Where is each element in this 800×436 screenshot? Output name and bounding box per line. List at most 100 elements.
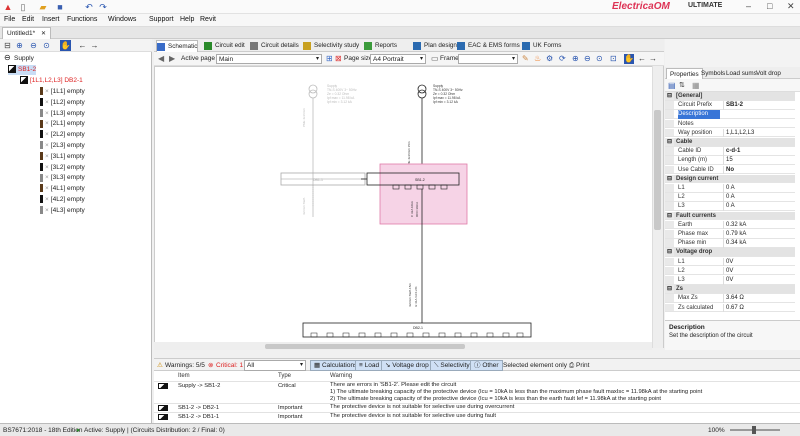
zoom-in-icon[interactable]: ⊕ bbox=[572, 54, 579, 63]
property-pages-icon[interactable]: ▦ bbox=[692, 81, 700, 90]
canvas-horizontal-scroll-thumb[interactable] bbox=[265, 344, 465, 349]
redo-icon[interactable]: ↷ bbox=[98, 2, 108, 12]
property-row[interactable]: L2 0V bbox=[665, 266, 795, 276]
tree-item-way[interactable]: × [3L3] empty bbox=[40, 173, 85, 183]
property-value[interactable]: 0.67 Ω bbox=[723, 303, 793, 313]
collapse-icon[interactable]: ⊟ bbox=[665, 174, 674, 183]
tree-item-way[interactable]: × [2L1] empty bbox=[40, 119, 85, 129]
tab-volt-drop[interactable]: Volt drop bbox=[753, 68, 784, 79]
categorized-icon[interactable]: ▤ bbox=[668, 81, 676, 90]
other-filter-button[interactable]: ⓘ Other bbox=[470, 360, 503, 371]
refresh-icon[interactable]: ⟳ bbox=[559, 54, 566, 63]
tree-item-way[interactable]: × [1L2] empty bbox=[40, 98, 85, 108]
property-row[interactable]: L1 0V bbox=[665, 257, 795, 267]
zoom-out-icon[interactable]: ⊖ bbox=[584, 54, 591, 63]
property-row[interactable]: Circuit Prefix SB1-2 bbox=[665, 101, 795, 110]
property-row[interactable]: Cable ID c-d-1 bbox=[665, 147, 795, 156]
collapse-icon[interactable]: ⊟ bbox=[665, 285, 674, 293]
property-value[interactable]: 0.32 kA bbox=[723, 220, 793, 230]
warning-row[interactable]: Supply -> SB1-2 Critical There are errors … bbox=[154, 381, 800, 403]
zoom-fit-icon[interactable]: ⊙ bbox=[41, 40, 52, 51]
property-row[interactable]: Phase max 0.79 kA bbox=[665, 230, 795, 239]
canvas-vertical-scroll-thumb[interactable] bbox=[654, 110, 661, 230]
collapse-icon[interactable]: ⊟ bbox=[665, 138, 674, 146]
tree-item-supply[interactable]: ⊖ Supply bbox=[4, 54, 34, 64]
tree-item-way[interactable]: × [2L2] empty bbox=[40, 130, 85, 140]
forward-icon[interactable]: ▶ bbox=[169, 54, 175, 63]
property-group[interactable]: ⊟ Voltage drop bbox=[665, 248, 795, 257]
tab-plan-design[interactable]: Plan design bbox=[413, 40, 457, 52]
property-row[interactable]: Earth 0.32 kA bbox=[665, 220, 795, 230]
property-row[interactable]: Use Cable ID No bbox=[665, 165, 795, 175]
tree-item-way[interactable]: × [4L1] empty bbox=[40, 184, 85, 194]
warning-filter-select[interactable]: All ▾ bbox=[244, 360, 306, 371]
collapse-icon[interactable]: ⊟ bbox=[665, 92, 674, 100]
tab-eac-ems-forms[interactable]: EAC & EMS forms bbox=[457, 40, 520, 52]
tab-reports[interactable]: Reports bbox=[364, 40, 397, 52]
arrow-left-icon[interactable]: ← bbox=[77, 40, 88, 51]
active-page-select[interactable]: Main ▾ bbox=[216, 54, 322, 64]
zoom-fit-icon[interactable]: ⊙ bbox=[596, 54, 603, 63]
close-icon[interactable]: ✕ bbox=[787, 1, 795, 12]
tree-item-way[interactable]: × [4L3] empty bbox=[40, 206, 85, 216]
collapse-icon[interactable]: ⊟ bbox=[665, 248, 674, 256]
property-value[interactable]: No bbox=[723, 165, 793, 175]
property-value[interactable]: 0V bbox=[723, 266, 793, 276]
menu-support[interactable]: Support bbox=[149, 16, 174, 23]
tree-item-way[interactable]: × [3L2] empty bbox=[40, 162, 85, 173]
menu-help[interactable]: Help bbox=[180, 16, 194, 23]
menu-edit[interactable]: Edit bbox=[22, 16, 34, 23]
tree-item-way[interactable]: × [2L3] empty bbox=[40, 141, 85, 151]
property-row[interactable]: Length (m) 15 bbox=[665, 156, 795, 165]
warning-row[interactable]: SB1-2 -> DB1-1 Important The protective de… bbox=[154, 412, 800, 421]
zoom-slider-thumb[interactable] bbox=[752, 426, 756, 434]
property-row[interactable]: Way position 1,L1,L2,L3 bbox=[665, 128, 795, 138]
menu-functions[interactable]: Functions bbox=[67, 16, 97, 23]
collapse-icon[interactable]: ⊟ bbox=[2, 40, 13, 51]
property-row[interactable]: L1 0 A bbox=[665, 184, 795, 193]
property-value[interactable]: 0.34 kA bbox=[723, 239, 793, 248]
close-tab-icon[interactable]: ✕ bbox=[41, 31, 46, 37]
zoom-window-icon[interactable]: ⊡ bbox=[610, 54, 617, 63]
property-value[interactable]: 0V bbox=[723, 276, 793, 285]
pan-icon[interactable]: ✋ bbox=[624, 54, 634, 64]
voltage-drop-filter-button[interactable]: ↘ Voltage drop bbox=[381, 360, 433, 371]
property-value[interactable]: 0 A bbox=[723, 184, 793, 193]
document-tab[interactable]: Untitled1* ✕ bbox=[2, 27, 52, 39]
tree-item-way[interactable]: × [1L1] empty bbox=[40, 87, 85, 97]
property-row[interactable]: Zs calculated 0.67 Ω bbox=[665, 303, 795, 313]
property-row[interactable]: L3 0V bbox=[665, 276, 795, 285]
save-icon[interactable]: ■ bbox=[55, 2, 65, 12]
menu-insert[interactable]: Insert bbox=[42, 16, 60, 23]
new-file-icon[interactable]: ▯ bbox=[18, 2, 28, 12]
delete-page-icon[interactable]: ⊠ bbox=[335, 54, 342, 63]
hand-icon[interactable]: ✋ bbox=[60, 40, 71, 51]
property-value[interactable]: 0V bbox=[723, 257, 793, 267]
zoom-in-icon[interactable]: ⊕ bbox=[14, 40, 25, 51]
property-value[interactable]: 0.79 kA bbox=[723, 230, 793, 239]
property-group[interactable]: ⊟ Cable bbox=[665, 138, 795, 147]
tree-item-way[interactable]: × [1L3] empty bbox=[40, 108, 85, 119]
sort-az-icon[interactable]: ⇅ bbox=[679, 81, 685, 89]
property-group[interactable]: ⊟ Fault currents bbox=[665, 211, 795, 221]
property-value[interactable]: 15 bbox=[723, 156, 793, 165]
property-group[interactable]: ⊟ [General] bbox=[665, 92, 795, 101]
arrow-right-icon[interactable]: → bbox=[649, 54, 657, 63]
tab-circuit-edit[interactable]: Circuit edit bbox=[204, 40, 245, 52]
back-icon[interactable]: ◀ bbox=[158, 54, 164, 63]
property-row[interactable]: Max Zs 3.64 Ω bbox=[665, 294, 795, 303]
load-filter-button[interactable]: ≡ Load bbox=[355, 360, 384, 371]
tab-selectivity-study[interactable]: Selectivity study bbox=[303, 40, 359, 52]
property-group[interactable]: ⊟ Design current bbox=[665, 174, 795, 184]
pen-icon[interactable]: ✎ bbox=[522, 54, 529, 63]
schematic-canvas[interactable]: Supply TN-S 400V 3~ 50Hz Ze = 0.32 Ohm I… bbox=[154, 66, 664, 348]
open-folder-icon[interactable]: ▰ bbox=[38, 2, 48, 12]
property-row[interactable]: L3 0 A bbox=[665, 202, 795, 211]
critical-count[interactable]: Critical: 1 bbox=[216, 361, 243, 370]
arrow-left-icon[interactable]: ← bbox=[638, 54, 646, 63]
menu-revit[interactable]: Revit bbox=[200, 16, 216, 23]
flame-icon[interactable]: ♨ bbox=[534, 54, 541, 63]
frame-select[interactable]: ▾ bbox=[458, 54, 518, 64]
property-row[interactable]: Notes bbox=[665, 119, 795, 129]
tab-uk-forms[interactable]: UK Forms bbox=[522, 40, 561, 52]
